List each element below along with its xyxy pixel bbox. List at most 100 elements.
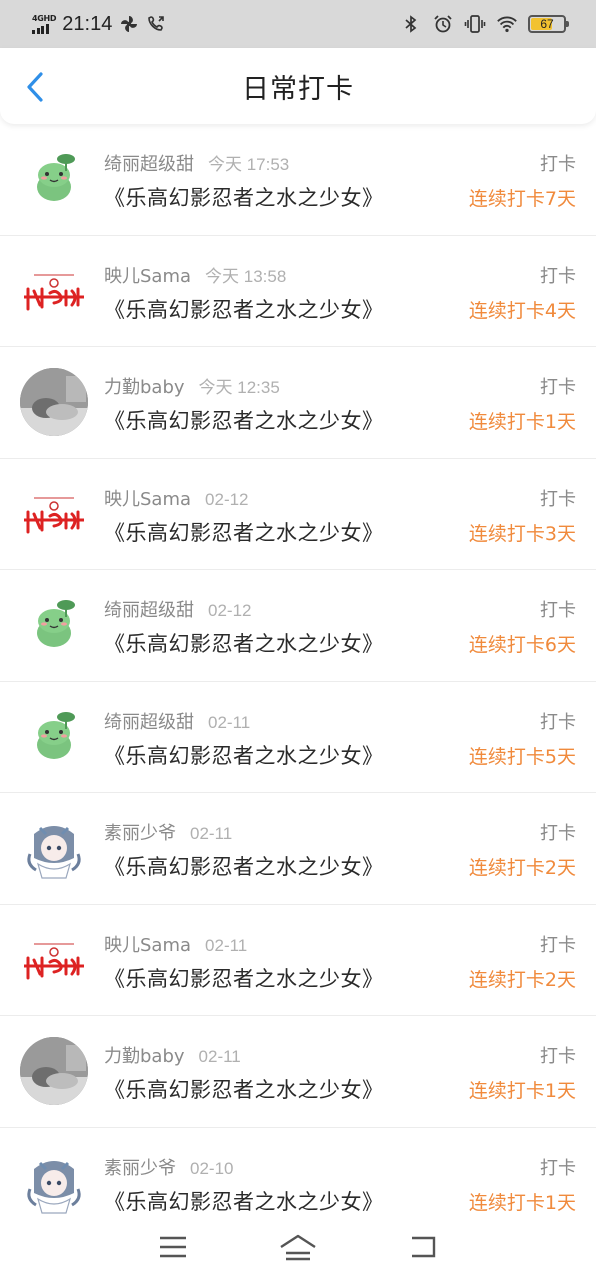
- streak-label: 连续打卡7天: [468, 188, 576, 210]
- avatar[interactable]: [20, 702, 88, 771]
- item-meta: 映儿Sama 02-11: [104, 931, 247, 957]
- checkin-time: 02-11: [198, 1047, 241, 1066]
- checkin-time: 02-12: [208, 601, 252, 620]
- checkin-list: 绮丽超级甜 今天 17:53 《乐高幻影忍者之水之少女》 打卡 连续打卡7天 映儿Sama…: [0, 124, 596, 1239]
- chevron-left-icon: [27, 72, 43, 102]
- checkin-item[interactable]: 绮丽超级甜 02-11 《乐高幻影忍者之水之少女》 打卡连续打卡5天: [0, 682, 596, 793]
- checkin-item[interactable]: 力勤baby 今天 12:35 《乐高幻影忍者之水之少女》 打卡连续打卡1天: [0, 347, 596, 459]
- item-meta: 映儿Sama 今天 13:58: [104, 262, 286, 288]
- checkin-label: 打卡: [540, 600, 576, 621]
- avatar[interactable]: [20, 591, 88, 659]
- avatar[interactable]: [20, 1037, 88, 1105]
- user-name[interactable]: 力勤baby: [104, 373, 185, 399]
- book-title[interactable]: 《乐高幻影忍者之水之少女》: [104, 294, 384, 324]
- header: 日常打卡: [0, 48, 596, 124]
- book-title[interactable]: 《乐高幻影忍者之水之少女》: [104, 405, 384, 435]
- checkin-label: 打卡: [540, 377, 576, 398]
- checkin-item[interactable]: 力勤baby 02-11 《乐高幻影忍者之水之少女》 打卡 连续打卡1天: [0, 1016, 596, 1128]
- book-title[interactable]: 《乐高幻影忍者之水之少女》: [104, 1186, 384, 1216]
- status-left: 4GHD 21:14: [32, 13, 168, 36]
- user-name[interactable]: 映儿Sama: [104, 931, 191, 957]
- home-button[interactable]: [278, 1230, 318, 1264]
- checkin-item[interactable]: 映儿Sama 今天 13:58 《乐高幻影忍者之水之少女》 打卡 连续打卡4天: [0, 236, 596, 347]
- back-icon: [412, 1236, 436, 1258]
- user-name[interactable]: 绮丽超级甜: [104, 150, 194, 176]
- avatar[interactable]: [20, 479, 88, 548]
- book-title[interactable]: 《乐高幻影忍者之水之少女》: [104, 182, 384, 212]
- checkin-item[interactable]: 绮丽超级甜 今天 17:53 《乐高幻影忍者之水之少女》 打卡连续打卡7天: [0, 124, 596, 236]
- menu-button[interactable]: [153, 1230, 193, 1264]
- checkin-label: 打卡: [540, 1157, 576, 1179]
- checkin-item[interactable]: 映儿Sama 02-11 《乐高幻影忍者之水之少女》 打卡连续打卡2天: [0, 905, 596, 1016]
- item-meta: 映儿Sama 02-12: [104, 485, 249, 511]
- book-title[interactable]: 《乐高幻影忍者之水之少女》: [104, 851, 384, 881]
- user-name[interactable]: 素丽少爷: [104, 1154, 176, 1180]
- back-button[interactable]: [20, 70, 50, 104]
- signal-bars-icon: [32, 23, 49, 34]
- checkin-label: 打卡: [540, 823, 576, 844]
- avatar[interactable]: [20, 145, 88, 213]
- checkin-time: 02-11: [205, 935, 248, 955]
- book-title[interactable]: 《乐高幻影忍者之水之少女》: [104, 740, 384, 770]
- streak-label: 连续打卡3天: [468, 522, 576, 545]
- checkin-label: 打卡: [540, 154, 576, 175]
- checkin-time: 02-11: [190, 824, 233, 843]
- streak-label: 连续打卡1天: [468, 1191, 576, 1214]
- book-title[interactable]: 《乐高幻影忍者之水之少女》: [104, 963, 384, 993]
- checkin-item[interactable]: 绮丽超级甜 02-12 《乐高幻影忍者之水之少女》 打卡连续打卡6天: [0, 570, 596, 682]
- avatar[interactable]: [20, 1148, 88, 1217]
- avatar[interactable]: [20, 368, 88, 436]
- user-name[interactable]: 绮丽超级甜: [104, 596, 194, 622]
- item-meta: 绮丽超级甜 02-12: [104, 596, 251, 622]
- checkin-time: 02-11: [208, 712, 251, 732]
- network-type: 4GHD: [32, 13, 57, 23]
- item-meta: 绮丽超级甜 今天 17:53: [104, 150, 289, 176]
- checkin-time: 02-10: [190, 1158, 234, 1178]
- item-meta: 素丽少爷 02-11: [104, 819, 232, 845]
- battery-icon: 67: [528, 15, 569, 33]
- status-time: 21:14: [62, 12, 113, 35]
- streak-label: 连续打卡4天: [468, 299, 576, 322]
- avatar[interactable]: [20, 814, 88, 882]
- sync-icon: [118, 13, 140, 35]
- network-indicator: 4GHD: [32, 13, 57, 34]
- item-meta: 绮丽超级甜 02-11: [104, 708, 250, 734]
- avatar[interactable]: [20, 925, 88, 994]
- book-title[interactable]: 《乐高幻影忍者之水之少女》: [104, 1074, 384, 1104]
- back-nav-button[interactable]: [403, 1230, 443, 1264]
- menu-icon: [159, 1236, 186, 1258]
- streak-label: 连续打卡6天: [468, 634, 576, 656]
- status-right: 67: [400, 13, 569, 35]
- user-name[interactable]: 映儿Sama: [104, 485, 191, 511]
- wifi-icon: [496, 13, 518, 35]
- checkin-item[interactable]: 素丽少爷 02-11 《乐高幻影忍者之水之少女》 打卡连续打卡2天: [0, 793, 596, 905]
- home-icon: [280, 1234, 316, 1261]
- streak-label: 连续打卡2天: [468, 857, 576, 879]
- item-meta: 力勤baby 今天 12:35: [104, 373, 280, 399]
- item-meta: 力勤baby 02-11: [104, 1042, 241, 1068]
- checkin-time: 今天 17:53: [208, 155, 290, 174]
- book-title[interactable]: 《乐高幻影忍者之水之少女》: [104, 628, 384, 658]
- avatar[interactable]: [20, 256, 88, 325]
- page-title: 日常打卡: [242, 73, 354, 105]
- user-name[interactable]: 映儿Sama: [104, 262, 191, 288]
- checkin-label: 打卡: [540, 711, 576, 733]
- vibrate-icon: [464, 13, 486, 35]
- battery-percent: 67: [540, 17, 554, 31]
- item-meta: 素丽少爷 02-10: [104, 1154, 233, 1180]
- user-name[interactable]: 素丽少爷: [104, 819, 176, 845]
- checkin-label: 打卡: [540, 934, 576, 956]
- bluetooth-icon: [400, 13, 422, 35]
- book-title[interactable]: 《乐高幻影忍者之水之少女》: [104, 517, 384, 547]
- checkin-time: 今天 12:35: [198, 378, 280, 397]
- streak-label: 连续打卡2天: [468, 968, 576, 991]
- checkin-item[interactable]: 映儿Sama 02-12 《乐高幻影忍者之水之少女》 打卡 连续打卡3天: [0, 459, 596, 570]
- streak-label: 连续打卡1天: [468, 411, 576, 433]
- checkin-time: 02-12: [205, 489, 249, 509]
- streak-label: 连续打卡5天: [468, 745, 576, 768]
- alarm-icon: [432, 13, 454, 35]
- user-name[interactable]: 力勤baby: [104, 1042, 185, 1068]
- user-name[interactable]: 绮丽超级甜: [104, 708, 194, 734]
- status-bar: 4GHD 21:14 67: [0, 0, 596, 48]
- checkin-time: 今天 13:58: [205, 266, 287, 286]
